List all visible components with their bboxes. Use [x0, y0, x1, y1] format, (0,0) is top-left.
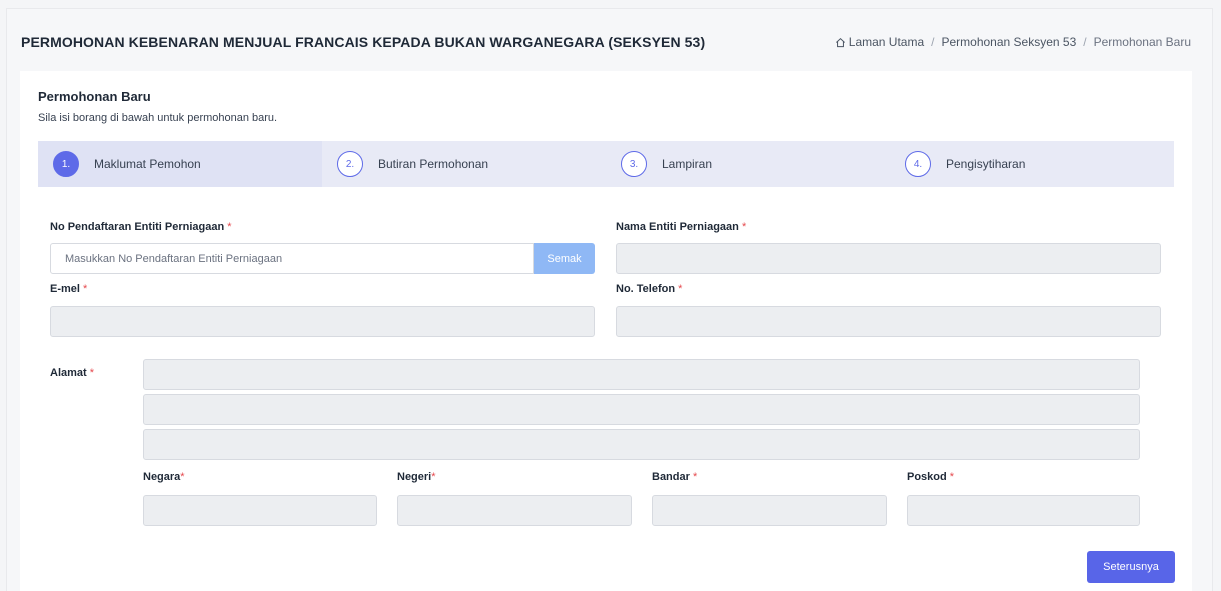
email-field[interactable] [50, 306, 595, 337]
required-mark: * [227, 221, 232, 233]
entity-name-field[interactable] [616, 243, 1161, 274]
wizard-stepper: 1. Maklumat Pemohon 2. Butiran Permohona… [38, 141, 1174, 187]
step-number: 4. [905, 151, 931, 177]
step-label: Pengisytiharan [946, 157, 1026, 171]
required-mark: * [89, 367, 95, 379]
reg-no-input[interactable]: Masukkan No Pendaftaran Entiti Perniagaa… [50, 243, 534, 274]
postcode-field[interactable] [907, 495, 1140, 526]
required-mark: * [83, 283, 88, 295]
address-label-text: Alamat [50, 367, 87, 379]
breadcrumb-home[interactable]: Laman Utama [835, 35, 924, 49]
required-mark: * [949, 471, 955, 483]
state-field[interactable] [397, 495, 632, 526]
home-icon [835, 37, 845, 47]
step-butiran-permohonan[interactable]: 2. Butiran Permohonan [322, 141, 606, 187]
step-number: 2. [337, 151, 363, 177]
required-mark: * [180, 471, 185, 483]
postcode-label: Poskod * [907, 471, 954, 483]
step-lampiran[interactable]: 3. Lampiran [606, 141, 890, 187]
step-number: 1. [53, 151, 79, 177]
country-field[interactable] [143, 495, 377, 526]
address-line-3-field[interactable] [143, 429, 1140, 460]
reg-no-label: No Pendaftaran Entiti Perniagaan * [50, 221, 232, 233]
step-maklumat-pemohon[interactable]: 1. Maklumat Pemohon [38, 141, 322, 187]
country-label-text: Negara [143, 471, 181, 483]
step-number: 3. [621, 151, 647, 177]
city-label-text: Bandar [652, 471, 690, 483]
breadcrumb-home-label: Laman Utama [848, 35, 925, 49]
page-title: PERMOHONAN KEBENARAN MENJUAL FRANCAIS KE… [21, 34, 706, 50]
required-mark: * [431, 471, 436, 483]
country-label: Negara* [143, 471, 185, 483]
email-label-text: E-mel [50, 283, 80, 295]
step-label: Butiran Permohonan [378, 157, 489, 171]
entity-name-label-text: Nama Entiti Perniagaan [616, 221, 739, 233]
entity-name-label: Nama Entiti Perniagaan * [616, 221, 746, 233]
next-button[interactable]: Seterusnya [1087, 551, 1175, 583]
form-card: Permohonan Baru Sila isi borang di bawah… [20, 71, 1192, 591]
city-field[interactable] [652, 495, 887, 526]
phone-label-text: No. Telefon [616, 283, 676, 295]
breadcrumb-separator: / [931, 35, 935, 49]
card-subtitle: Sila isi borang di bawah untuk permohona… [38, 112, 278, 124]
phone-label: No. Telefon * [616, 283, 682, 295]
card-title: Permohonan Baru [38, 89, 151, 104]
check-button[interactable]: Semak [534, 243, 595, 274]
step-label: Maklumat Pemohon [94, 157, 201, 171]
email-label: E-mel * [50, 283, 87, 295]
step-label: Lampiran [662, 157, 713, 171]
address-line-2-field[interactable] [143, 394, 1140, 425]
breadcrumb-section[interactable]: Permohonan Seksyen 53 [941, 35, 1076, 49]
breadcrumb-current: Permohonan Baru [1093, 35, 1191, 49]
postcode-label-text: Poskod [907, 471, 947, 483]
breadcrumb: Laman Utama / Permohonan Seksyen 53 / Pe… [835, 35, 1191, 49]
city-label: Bandar * [652, 471, 697, 483]
reg-no-label-text: No Pendaftaran Entiti Perniagaan [50, 221, 225, 233]
state-label-text: Negeri [397, 471, 432, 483]
required-mark: * [678, 283, 683, 295]
state-label: Negeri* [397, 471, 436, 483]
breadcrumb-separator: / [1083, 35, 1087, 49]
address-line-1-field[interactable] [143, 359, 1140, 390]
required-mark: * [741, 221, 747, 233]
address-label: Alamat * [50, 367, 94, 379]
step-pengisytiharan[interactable]: 4. Pengisytiharan [890, 141, 1174, 187]
required-mark: * [692, 471, 698, 483]
phone-field[interactable] [616, 306, 1161, 337]
